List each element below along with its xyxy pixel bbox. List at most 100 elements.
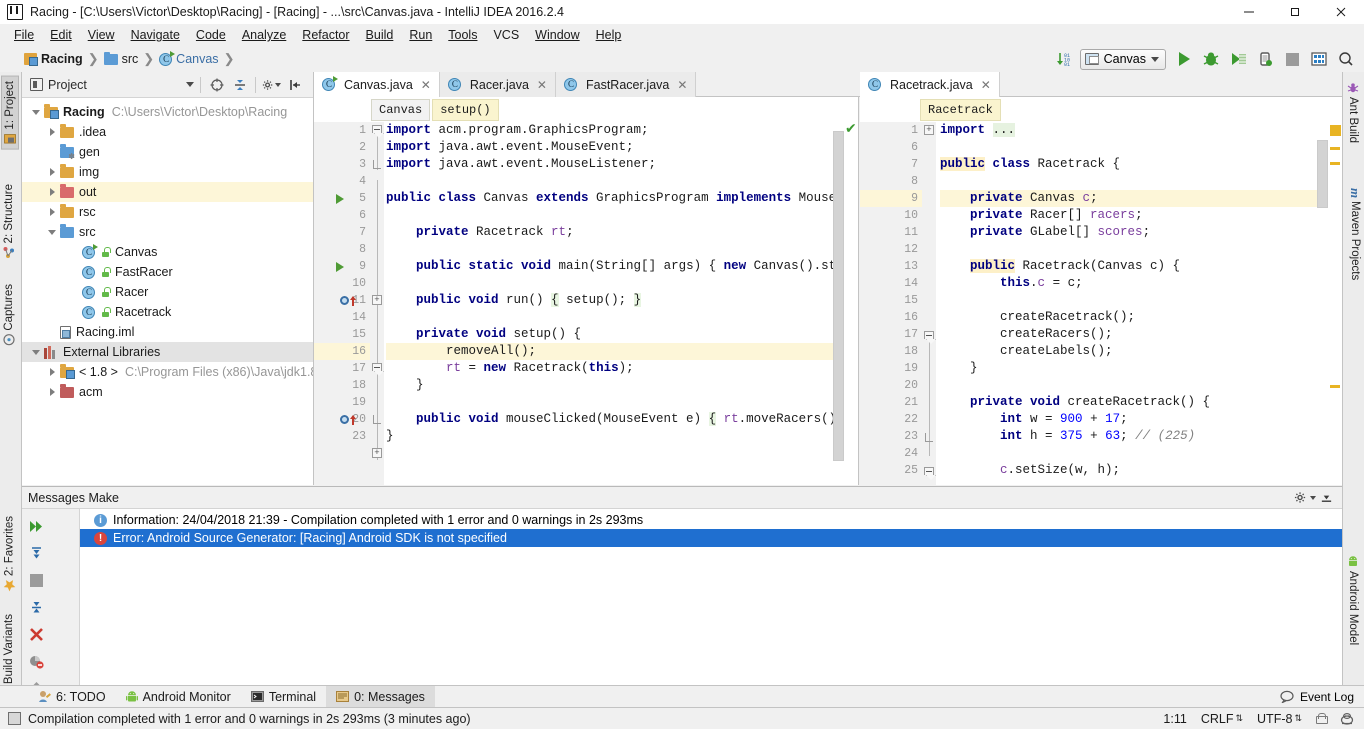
unlocked-icon[interactable] bbox=[1316, 713, 1328, 724]
tree-node-rsc[interactable]: rsc bbox=[22, 202, 313, 222]
tree-node-canvas[interactable]: C Canvas bbox=[22, 242, 313, 262]
tree-node-racing-iml[interactable]: Racing.iml bbox=[22, 322, 313, 342]
sidebar-item-favorites[interactable]: 2: Favorites bbox=[1, 512, 18, 596]
debug-button[interactable] bbox=[1199, 48, 1223, 70]
collapse-all-button[interactable] bbox=[22, 594, 51, 621]
settings-gear-icon[interactable] bbox=[262, 75, 281, 94]
twisty-open-icon[interactable] bbox=[28, 109, 44, 115]
code-breadcrumb-canvas[interactable]: Canvas bbox=[371, 98, 431, 121]
menu-refactor[interactable]: Refactor bbox=[294, 25, 357, 45]
bottom-tab-terminal[interactable]: Terminal bbox=[241, 686, 326, 708]
twisty-closed-icon[interactable] bbox=[44, 208, 60, 216]
tree-node-racer[interactable]: C Racer bbox=[22, 282, 313, 302]
tree-node-gen[interactable]: gen bbox=[22, 142, 313, 162]
fold-end-icon[interactable] bbox=[925, 433, 933, 442]
close-icon[interactable]: ✕ bbox=[677, 78, 687, 92]
warning-marker[interactable] bbox=[1330, 162, 1340, 165]
implementing-method-icon[interactable] bbox=[340, 292, 356, 309]
menu-view[interactable]: View bbox=[80, 25, 123, 45]
tab-racetrack-java[interactable]: C Racetrack.java ✕ bbox=[860, 72, 1000, 97]
sort-icon[interactable]: 01 10 01 bbox=[1053, 48, 1077, 70]
tree-node-racing[interactable]: Racing C:\Users\Victor\Desktop\Racing bbox=[22, 102, 313, 122]
expand-all-button[interactable] bbox=[22, 540, 51, 567]
inspection-ok-icon[interactable]: ✔ bbox=[845, 122, 857, 136]
fold-end-icon[interactable] bbox=[373, 160, 381, 169]
twisty-closed-icon[interactable] bbox=[44, 188, 60, 196]
tab-fastracer-java[interactable]: C FastRacer.java ✕ bbox=[555, 72, 697, 97]
minimize-button[interactable] bbox=[1226, 0, 1272, 24]
tab-canvas-java[interactable]: C Canvas.java ✕ bbox=[314, 72, 440, 97]
avd-manager-button[interactable] bbox=[1307, 48, 1331, 70]
menu-file[interactable]: File bbox=[6, 25, 42, 45]
menu-edit[interactable]: Edit bbox=[42, 25, 80, 45]
bottom-tab-todo[interactable]: 6: TODO bbox=[28, 686, 116, 708]
messages-list[interactable]: i Information: 24/04/2018 21:39 - Compil… bbox=[80, 509, 1342, 685]
hide-panel-button[interactable] bbox=[285, 75, 304, 94]
code-text-right[interactable]: import ... public class Racetrack { priv… bbox=[936, 122, 1342, 485]
stop-button[interactable] bbox=[22, 567, 51, 594]
fold-end-icon[interactable] bbox=[373, 415, 381, 424]
run-coverage-button[interactable] bbox=[1226, 48, 1250, 70]
message-row-error[interactable]: ! Error: Android Source Generator: [Raci… bbox=[80, 529, 1342, 547]
project-panel-title-box[interactable]: Project bbox=[26, 75, 194, 95]
tree-node-acm[interactable]: acm bbox=[22, 382, 313, 402]
fold-expand-icon[interactable]: + bbox=[372, 448, 382, 458]
status-toggle-icon[interactable] bbox=[8, 712, 21, 725]
run-gutter-icon[interactable] bbox=[336, 190, 344, 207]
close-icon[interactable]: ✕ bbox=[421, 78, 431, 92]
twisty-open-icon[interactable] bbox=[44, 229, 60, 235]
stop-button[interactable] bbox=[1280, 48, 1304, 70]
sidebar-item-maven-projects[interactable]: m Maven Projects bbox=[1345, 184, 1364, 284]
bottom-tab-android-monitor[interactable]: Android Monitor bbox=[116, 686, 241, 708]
close-icon[interactable]: ✕ bbox=[981, 78, 991, 92]
warning-marker[interactable] bbox=[1330, 125, 1341, 136]
project-tree[interactable]: Racing C:\Users\Victor\Desktop\Racing .i… bbox=[22, 98, 313, 485]
breadcrumb-item-canvas[interactable]: C Canvas ❯ bbox=[159, 50, 239, 67]
fold-collapse-icon[interactable] bbox=[924, 467, 934, 475]
menu-run[interactable]: Run bbox=[401, 25, 440, 45]
twisty-closed-icon[interactable] bbox=[44, 368, 60, 376]
fold-collapse-icon[interactable] bbox=[372, 125, 382, 133]
caret-position[interactable]: 1:11 bbox=[1163, 712, 1186, 726]
implementing-method-icon[interactable] bbox=[340, 411, 356, 428]
breadcrumb-item-src[interactable]: src ❯ bbox=[103, 51, 160, 67]
maximize-button[interactable] bbox=[1272, 0, 1318, 24]
tab-racer-java[interactable]: C Racer.java ✕ bbox=[439, 72, 556, 97]
hippie-icon[interactable] bbox=[1340, 712, 1354, 726]
fold-collapse-icon[interactable] bbox=[372, 363, 382, 371]
code-breadcrumb-racetrack[interactable]: Racetrack bbox=[920, 98, 1001, 121]
marker-strip-right[interactable] bbox=[1328, 122, 1342, 485]
twisty-closed-icon[interactable] bbox=[44, 128, 60, 136]
marker-strip-left[interactable]: ✔ bbox=[844, 122, 858, 485]
message-row-information[interactable]: i Information: 24/04/2018 21:39 - Compil… bbox=[80, 511, 1342, 529]
run-next-button[interactable] bbox=[22, 513, 51, 540]
sidebar-item-structure[interactable]: 2: Structure bbox=[1, 180, 17, 262]
tree-node-idea[interactable]: .idea bbox=[22, 122, 313, 142]
close-button[interactable] bbox=[1318, 0, 1364, 24]
fold-column-left[interactable]: + + bbox=[370, 122, 384, 485]
fold-expand-icon[interactable]: + bbox=[372, 295, 382, 305]
twisty-closed-icon[interactable] bbox=[44, 388, 60, 396]
sidebar-item-ant-build[interactable]: Ant Build bbox=[1345, 78, 1361, 147]
fold-expand-icon[interactable]: + bbox=[924, 125, 934, 135]
settings-gear-icon[interactable] bbox=[1290, 489, 1310, 507]
gutter-right[interactable]: 1 6 7 8 9 10 11 12 13 14 15 16 17 18 19 … bbox=[860, 122, 922, 485]
hide-icon[interactable] bbox=[1316, 489, 1336, 507]
tree-node-out[interactable]: out bbox=[22, 182, 313, 202]
menu-window[interactable]: Window bbox=[527, 25, 587, 45]
run-gutter-icon[interactable] bbox=[336, 258, 344, 275]
twisty-open-icon[interactable] bbox=[28, 349, 44, 355]
tree-node-jdk[interactable]: < 1.8 > C:\Program Files (x86)\Java\jdk1… bbox=[22, 362, 313, 382]
menu-code[interactable]: Code bbox=[188, 25, 234, 45]
menu-build[interactable]: Build bbox=[358, 25, 402, 45]
sidebar-item-android-model[interactable]: Android Model bbox=[1345, 552, 1361, 649]
editor-pane-canvas[interactable]: Canvas setup() 1 2 3 4 5 6 7 8 9 10 11 1… bbox=[314, 97, 859, 485]
menu-analyze[interactable]: Analyze bbox=[234, 25, 294, 45]
tree-node-src[interactable]: src bbox=[22, 222, 313, 242]
tree-node-racetrack[interactable]: C Racetrack bbox=[22, 302, 313, 322]
fold-column-right[interactable]: + bbox=[922, 122, 936, 485]
tree-node-img[interactable]: img bbox=[22, 162, 313, 182]
menu-navigate[interactable]: Navigate bbox=[123, 25, 188, 45]
sidebar-item-captures[interactable]: Captures bbox=[1, 280, 17, 350]
code-text-left[interactable]: import acm.program.GraphicsProgram; impo… bbox=[384, 122, 858, 485]
